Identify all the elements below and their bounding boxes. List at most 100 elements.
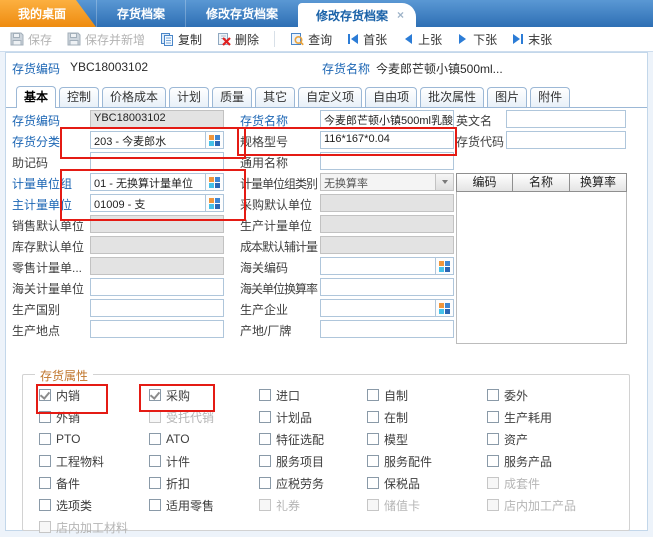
unit-table-col-rate[interactable]: 换算率 [570,173,627,192]
copy-button[interactable]: 复制 [160,31,202,48]
query-button[interactable]: 查询 [290,31,332,48]
checkbox-service-product[interactable]: 服务产品 [487,450,576,472]
checkbox-outsourced[interactable]: 委外 [487,384,576,406]
cost-aux-unit-field [320,236,454,254]
generic-name-field[interactable] [320,152,454,170]
production-country-field[interactable] [90,299,224,317]
reference-picker-icon[interactable] [205,195,223,211]
prev-record-button[interactable]: 上张 [402,31,442,48]
checkbox-domestic-sales[interactable]: 内销 [39,384,128,406]
checkbox-taxable-service[interactable]: 应税劳务 [259,472,324,494]
tab-modify-inventory-archive-active[interactable]: 修改存货档案 × [298,3,416,27]
tab-plan[interactable]: 计划 [169,87,209,107]
checkbox-label: 保税品 [384,475,420,492]
last-record-button[interactable]: 末张 [512,31,552,48]
tab-custom-items[interactable]: 自定义项 [298,87,362,107]
tab-modify-inventory-archive[interactable]: 修改存货档案 [185,0,298,27]
customs-unit-field[interactable] [90,278,224,296]
doc-code-label: 存货编码 [12,60,60,77]
checkbox-feature-config[interactable]: 特征选配 [259,428,324,450]
delete-button[interactable]: 删除 [217,31,259,48]
reference-picker-icon[interactable] [435,258,453,274]
customs-code-field[interactable] [320,257,454,275]
tab-batch-attributes[interactable]: 批次属性 [420,87,484,107]
checkbox-label: 受托代销 [166,409,214,426]
attributes-column-5: 委外 生产耗用 资产 服务产品 成套件 店内加工产品 [487,384,576,516]
english-name-field[interactable] [506,110,626,128]
mnemonic-code-field[interactable] [90,152,224,170]
row-english-name: 英文名 [456,110,626,130]
tab-free-items[interactable]: 自由项 [365,87,417,107]
unit-table-col-code[interactable]: 编码 [456,173,513,192]
tab-quality[interactable]: 质量 [212,87,252,107]
customs-code-label: 海关编码 [240,257,320,276]
main-unit-field[interactable]: 01009 - 支 [90,194,224,212]
tab-label: 修改存货档案 [206,5,278,22]
checkbox-label: 店内加工材料 [56,519,128,536]
tab-price-cost[interactable]: 价格成本 [102,87,166,107]
spec-model-field[interactable]: 116*167*0.04 [320,131,454,149]
row-production-country: 生产国别 [12,299,224,319]
inventory-class-value: 203 - 今麦郎水 [91,132,205,148]
checkbox-in-process[interactable]: 在制 [367,406,432,428]
checkbox-icon [39,433,51,445]
unit-table-col-name[interactable]: 名称 [513,173,570,192]
origin-brand-field[interactable] [320,320,454,338]
checkbox-icon [487,411,499,423]
checkbox-discount[interactable]: 折扣 [149,472,214,494]
reference-picker-icon[interactable] [435,300,453,316]
production-place-field[interactable] [90,320,224,338]
inventory-name-field[interactable]: 今麦郎芒顿小镇500ml乳酸菌 [320,110,454,128]
production-enterprise-field[interactable] [320,299,454,317]
checkbox-export-sales[interactable]: 外销 [39,406,128,428]
next-record-button[interactable]: 下张 [457,31,497,48]
reference-picker-icon[interactable] [205,174,223,190]
tab-basic[interactable]: 基本 [16,86,56,108]
checkbox-spare-part[interactable]: 备件 [39,472,128,494]
checkbox-engineering-material[interactable]: 工程物料 [39,450,128,472]
checkbox-label: 外销 [56,409,80,426]
checkbox-option-class[interactable]: 选项类 [39,494,128,516]
checkbox-icon [367,455,379,467]
checkbox-bonded-item[interactable]: 保税品 [367,472,432,494]
inventory-alt-code-field[interactable] [506,131,626,149]
checkbox-plan-item[interactable]: 计划品 [259,406,324,428]
tab-my-desktop[interactable]: 我的桌面 [0,0,96,27]
first-record-button[interactable]: 首张 [347,31,387,48]
unit-group-type-value: 无换算率 [321,174,435,190]
inventory-attributes-title: 存货属性 [35,367,93,384]
checkbox-icon [367,411,379,423]
checkbox-model[interactable]: 模型 [367,428,432,450]
checkbox-label: 自制 [384,387,408,404]
tab-other[interactable]: 其它 [255,87,295,107]
stock-default-unit-field [90,236,224,254]
reference-picker-icon[interactable] [205,132,223,148]
checkbox-ato[interactable]: ATO [149,428,214,450]
tab-control[interactable]: 控制 [59,87,99,107]
checkbox-label: 服务配件 [384,453,432,470]
checkbox-retail-applicable[interactable]: 适用零售 [149,494,214,516]
tab-picture[interactable]: 图片 [487,87,527,107]
close-icon[interactable]: × [397,8,404,22]
checkbox-self-made[interactable]: 自制 [367,384,432,406]
customs-conversion-rate-field[interactable] [320,278,454,296]
checkbox-gift-voucher: 礼券 [259,494,324,516]
tab-attachment[interactable]: 附件 [530,87,570,107]
unit-group-field[interactable]: 01 - 无换算计量单位 [90,173,224,191]
checkbox-production-consumption[interactable]: 生产耗用 [487,406,576,428]
inventory-class-field[interactable]: 203 - 今麦郎水 [90,131,224,149]
checkbox-piecework[interactable]: 计件 [149,450,214,472]
checkbox-icon [149,389,161,401]
checkbox-asset[interactable]: 资产 [487,428,576,450]
checkbox-service-accessory[interactable]: 服务配件 [367,450,432,472]
query-icon [290,32,304,46]
checkbox-pto[interactable]: PTO [39,428,128,450]
tab-inventory-archive[interactable]: 存货档案 [96,0,185,27]
purchase-default-unit-label: 采购默认单位 [240,194,320,213]
production-unit-label: 生产计量单位 [240,215,320,234]
checkbox-service-item[interactable]: 服务项目 [259,450,324,472]
checkbox-import[interactable]: 进口 [259,384,324,406]
checkbox-purchase[interactable]: 采购 [149,384,214,406]
checkbox-instore-process-product: 店内加工产品 [487,494,576,516]
checkbox-instore-process-material: 店内加工材料 [39,516,128,538]
